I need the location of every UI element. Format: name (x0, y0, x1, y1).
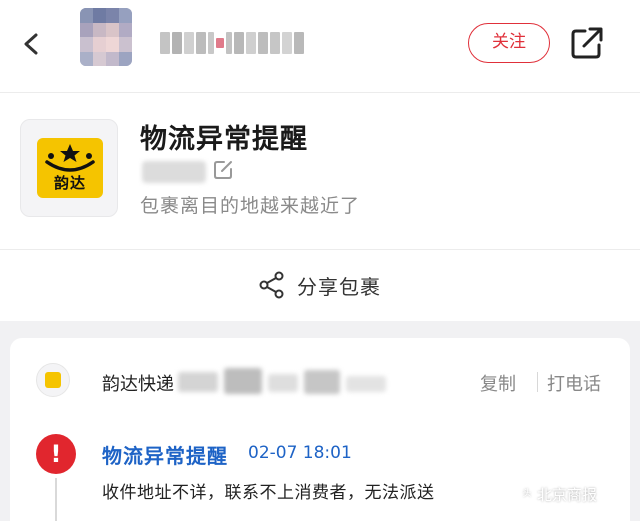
back-button[interactable] (14, 26, 50, 62)
edit-icon[interactable] (212, 159, 234, 181)
notification-card: 韵达 物流异常提醒 包裹离目的地越来越近了 分享包裹 (0, 93, 640, 321)
share-package-button[interactable]: 分享包裹 (0, 265, 640, 305)
notice-time: 02-07 18:01 (248, 443, 352, 463)
logo-text: 韵达 (53, 174, 86, 192)
courier-small-logo (36, 363, 70, 397)
timeline-line (55, 478, 57, 521)
yunda-small-logo-icon (45, 372, 61, 388)
call-button[interactable]: 打电话 (547, 370, 601, 396)
courier-name: 韵达快递 (102, 374, 174, 395)
share-out-button[interactable] (568, 24, 606, 62)
divider (0, 249, 640, 250)
divider (537, 372, 538, 392)
watermark: 头 北京商报 (520, 484, 597, 505)
yunda-logo-icon: 韵达 (37, 138, 103, 198)
tracking-number-redacted (178, 364, 408, 398)
avatar[interactable] (80, 8, 132, 66)
share-icon (259, 271, 284, 299)
share-out-icon (571, 27, 603, 59)
top-bar: 关注 (0, 0, 640, 93)
share-package-label: 分享包裹 (297, 274, 381, 299)
subtitle: 包裹离目的地越来越近了 (140, 195, 361, 217)
alert-icon: ! (36, 434, 76, 474)
page-title: 物流异常提醒 (140, 124, 308, 155)
watermark-text: 北京商报 (537, 486, 598, 504)
sender-id-redacted (142, 161, 206, 183)
notice-title: 物流异常提醒 (102, 444, 228, 468)
notice-body: 收件地址不详，联系不上消费者，无法派送 (102, 483, 435, 503)
follow-button[interactable]: 关注 (468, 23, 550, 63)
copy-button[interactable]: 复制 (480, 370, 516, 396)
watermark-logo-icon: 头 (520, 487, 534, 502)
account-name-redacted (160, 28, 336, 58)
back-arrow-icon (24, 33, 38, 55)
courier-logo: 韵达 (20, 119, 118, 217)
